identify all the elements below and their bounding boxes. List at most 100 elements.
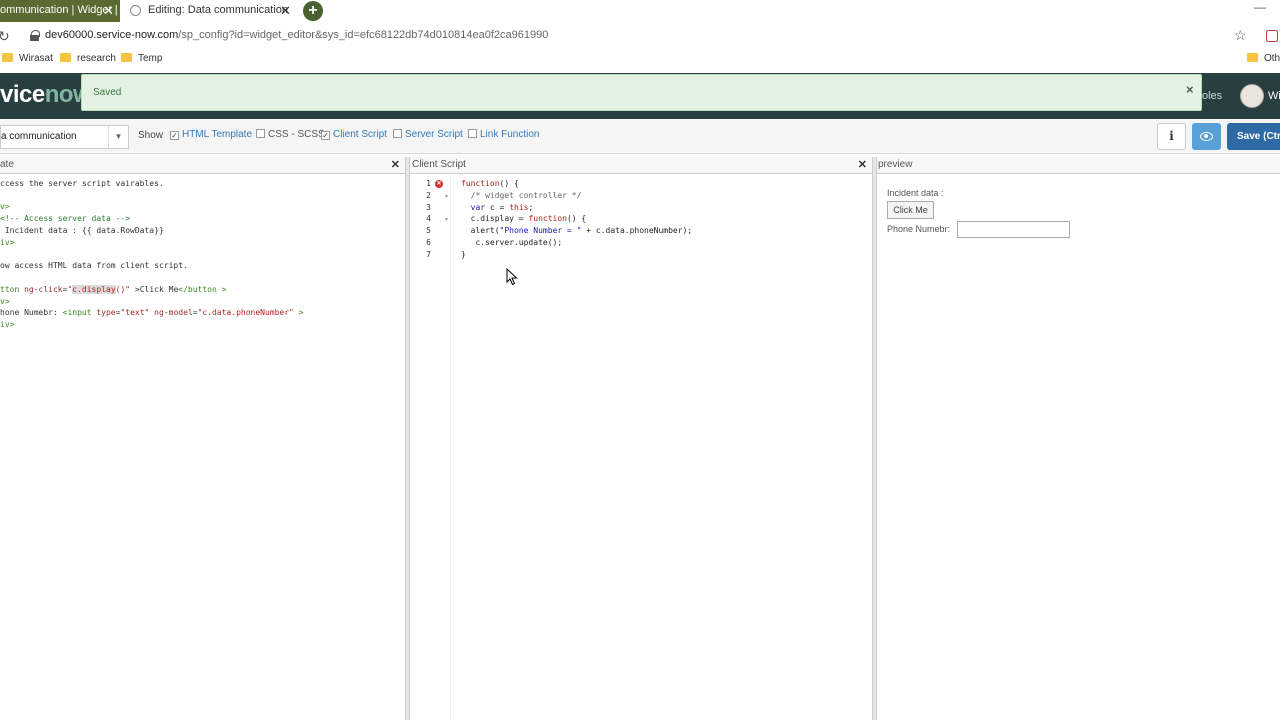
bookmark-label: Wirasat — [19, 53, 53, 64]
phone-number-input[interactable] — [957, 221, 1070, 238]
pane-title: preview — [878, 159, 913, 170]
saved-notification: Saved × — [81, 74, 1202, 111]
client-script-pane-header: Client Script ✕ — [410, 157, 872, 174]
code-line: Incident data : {{ data.RowData}} — [0, 226, 164, 235]
option-label: Server Script — [405, 129, 463, 140]
url-text[interactable]: dev60000.service-now.com/sp_config?id=wi… — [45, 29, 548, 41]
checkbox-icon[interactable] — [468, 129, 477, 138]
code-line: hone Numebr: <input type="text" ng-model… — [0, 308, 304, 317]
code-line: } — [461, 250, 466, 259]
globe-icon — [130, 5, 141, 16]
option-label: HTML Template — [182, 129, 253, 140]
bookmark-temp[interactable]: Temp — [121, 53, 162, 64]
error-icon[interactable]: ✕ — [435, 180, 443, 188]
code-line: /* widget controller */ — [461, 191, 582, 200]
line-number: 7 — [426, 250, 431, 259]
code-line: c.display = function() { — [461, 214, 587, 223]
checkbox-icon[interactable] — [393, 129, 402, 138]
bookmarks-bar: Wirasat research Temp Oth — [0, 52, 1280, 68]
line-number: 6 — [426, 238, 431, 247]
code-line: ow access HTML data from client script. — [0, 261, 188, 270]
eye-icon — [1200, 132, 1213, 141]
option-label: Link Function — [480, 129, 540, 140]
close-icon[interactable]: × — [1186, 82, 1194, 97]
bookmark-research[interactable]: research — [60, 53, 116, 64]
line-number: 4 — [426, 214, 431, 223]
editor-toolbar: a communication ▼ Show ✓ HTML Template CS… — [0, 119, 1280, 154]
code-line: v> — [0, 202, 10, 211]
code-line: alert("Phone Number = " + c.data.phoneNu… — [461, 226, 693, 235]
code-line: iv> — [0, 238, 15, 247]
line-number-gutter — [411, 175, 451, 720]
toggle-css-scss[interactable]: CSS - SCSS — [256, 129, 325, 140]
pane-resize-handle[interactable] — [872, 157, 877, 720]
lock-icon — [30, 30, 40, 41]
header-menu-label[interactable]: oles — [1202, 90, 1222, 102]
notification-message: Saved — [93, 87, 122, 98]
preview-pane-header: preview — [877, 157, 1280, 174]
bookmark-other[interactable]: Oth — [1247, 53, 1280, 64]
info-button[interactable]: i — [1157, 123, 1186, 150]
code-line: <!-- Access server data --> — [0, 214, 131, 223]
folder-icon — [60, 53, 71, 62]
code-line: c.server.update(); — [461, 238, 563, 247]
close-icon[interactable]: ✕ — [280, 0, 291, 21]
servicenow-logo[interactable]: vicenow — [0, 81, 92, 109]
info-icon: i — [1169, 129, 1174, 143]
save-button[interactable]: Save (Ctrl — [1227, 123, 1280, 150]
click-me-button[interactable]: Click Me — [887, 201, 934, 219]
close-icon[interactable]: ✕ — [103, 0, 114, 21]
mouse-cursor-icon — [506, 268, 518, 286]
pane-resize-handle[interactable] — [405, 157, 410, 720]
new-tab-button[interactable]: + — [303, 1, 323, 21]
widget-select[interactable]: a communication ▼ — [0, 125, 129, 149]
folder-icon — [2, 53, 13, 62]
checkbox-icon[interactable] — [256, 129, 265, 138]
toggle-html-template[interactable]: ✓ HTML Template — [170, 129, 252, 140]
url-path: /sp_config?id=widget_editor&sys_id=efc68… — [178, 29, 549, 41]
tab-widget[interactable]: ommunication | Widget | S ✕ — [0, 0, 120, 22]
preview-toggle-button[interactable] — [1192, 123, 1221, 150]
browser-tab-strip: ommunication | Widget | S ✕ Editing: Dat… — [0, 0, 1280, 22]
code-line: ccess the server script vairables. — [0, 179, 164, 188]
tab-editing[interactable]: Editing: Data communication ✕ — [122, 0, 300, 22]
show-label: Show — [138, 130, 164, 141]
close-icon[interactable]: ✕ — [391, 157, 400, 173]
pane-title: Client Script — [412, 159, 466, 170]
line-number: 1 — [426, 179, 431, 188]
fold-arrow-icon[interactable]: ▾ — [445, 193, 448, 200]
line-number: 5 — [426, 226, 431, 235]
folder-icon — [121, 53, 132, 62]
toggle-server-script[interactable]: Server Script — [393, 129, 463, 140]
bookmark-label: research — [77, 53, 116, 64]
star-icon[interactable]: ☆ — [1234, 27, 1247, 44]
html-template-pane-header: ate ✕ — [0, 157, 405, 174]
toggle-link-function[interactable]: Link Function — [468, 129, 539, 140]
tab-label: Editing: Data communication — [148, 4, 289, 16]
url-host: dev60000.service-now.com — [45, 29, 179, 41]
fold-arrow-icon[interactable]: ▾ — [445, 216, 448, 223]
close-icon[interactable]: ✕ — [858, 157, 867, 173]
tab-label: ommunication | Widget | S — [0, 4, 120, 16]
line-number: 3 — [426, 203, 431, 212]
incident-data-label: Incident data : — [887, 188, 944, 198]
option-label: CSS - SCSS — [268, 129, 325, 140]
minimize-icon[interactable]: — — [1254, 0, 1266, 14]
line-number: 2 — [426, 191, 431, 200]
checkbox-checked-icon[interactable]: ✓ — [321, 131, 330, 140]
checkbox-checked-icon[interactable]: ✓ — [170, 131, 179, 140]
bookmark-wirasat[interactable]: Wirasat — [2, 53, 53, 64]
address-bar[interactable]: ↻ dev60000.service-now.com/sp_config?id=… — [0, 26, 1280, 48]
avatar[interactable] — [1240, 84, 1264, 108]
chevron-down-icon[interactable]: ▼ — [108, 126, 128, 148]
extension-icon[interactable] — [1266, 30, 1278, 42]
code-line: iv> — [0, 320, 15, 329]
option-label: Client Script — [333, 129, 387, 140]
bookmark-label: Temp — [138, 53, 163, 64]
logo-prefix: vice — [0, 81, 45, 108]
toggle-client-script[interactable]: ✓ Client Script — [321, 129, 387, 140]
bookmark-label: Oth — [1264, 53, 1280, 64]
header-user-name[interactable]: Wi — [1268, 90, 1280, 102]
widget-select-value: a communication — [1, 131, 77, 142]
reload-icon[interactable]: ↻ — [0, 28, 10, 45]
